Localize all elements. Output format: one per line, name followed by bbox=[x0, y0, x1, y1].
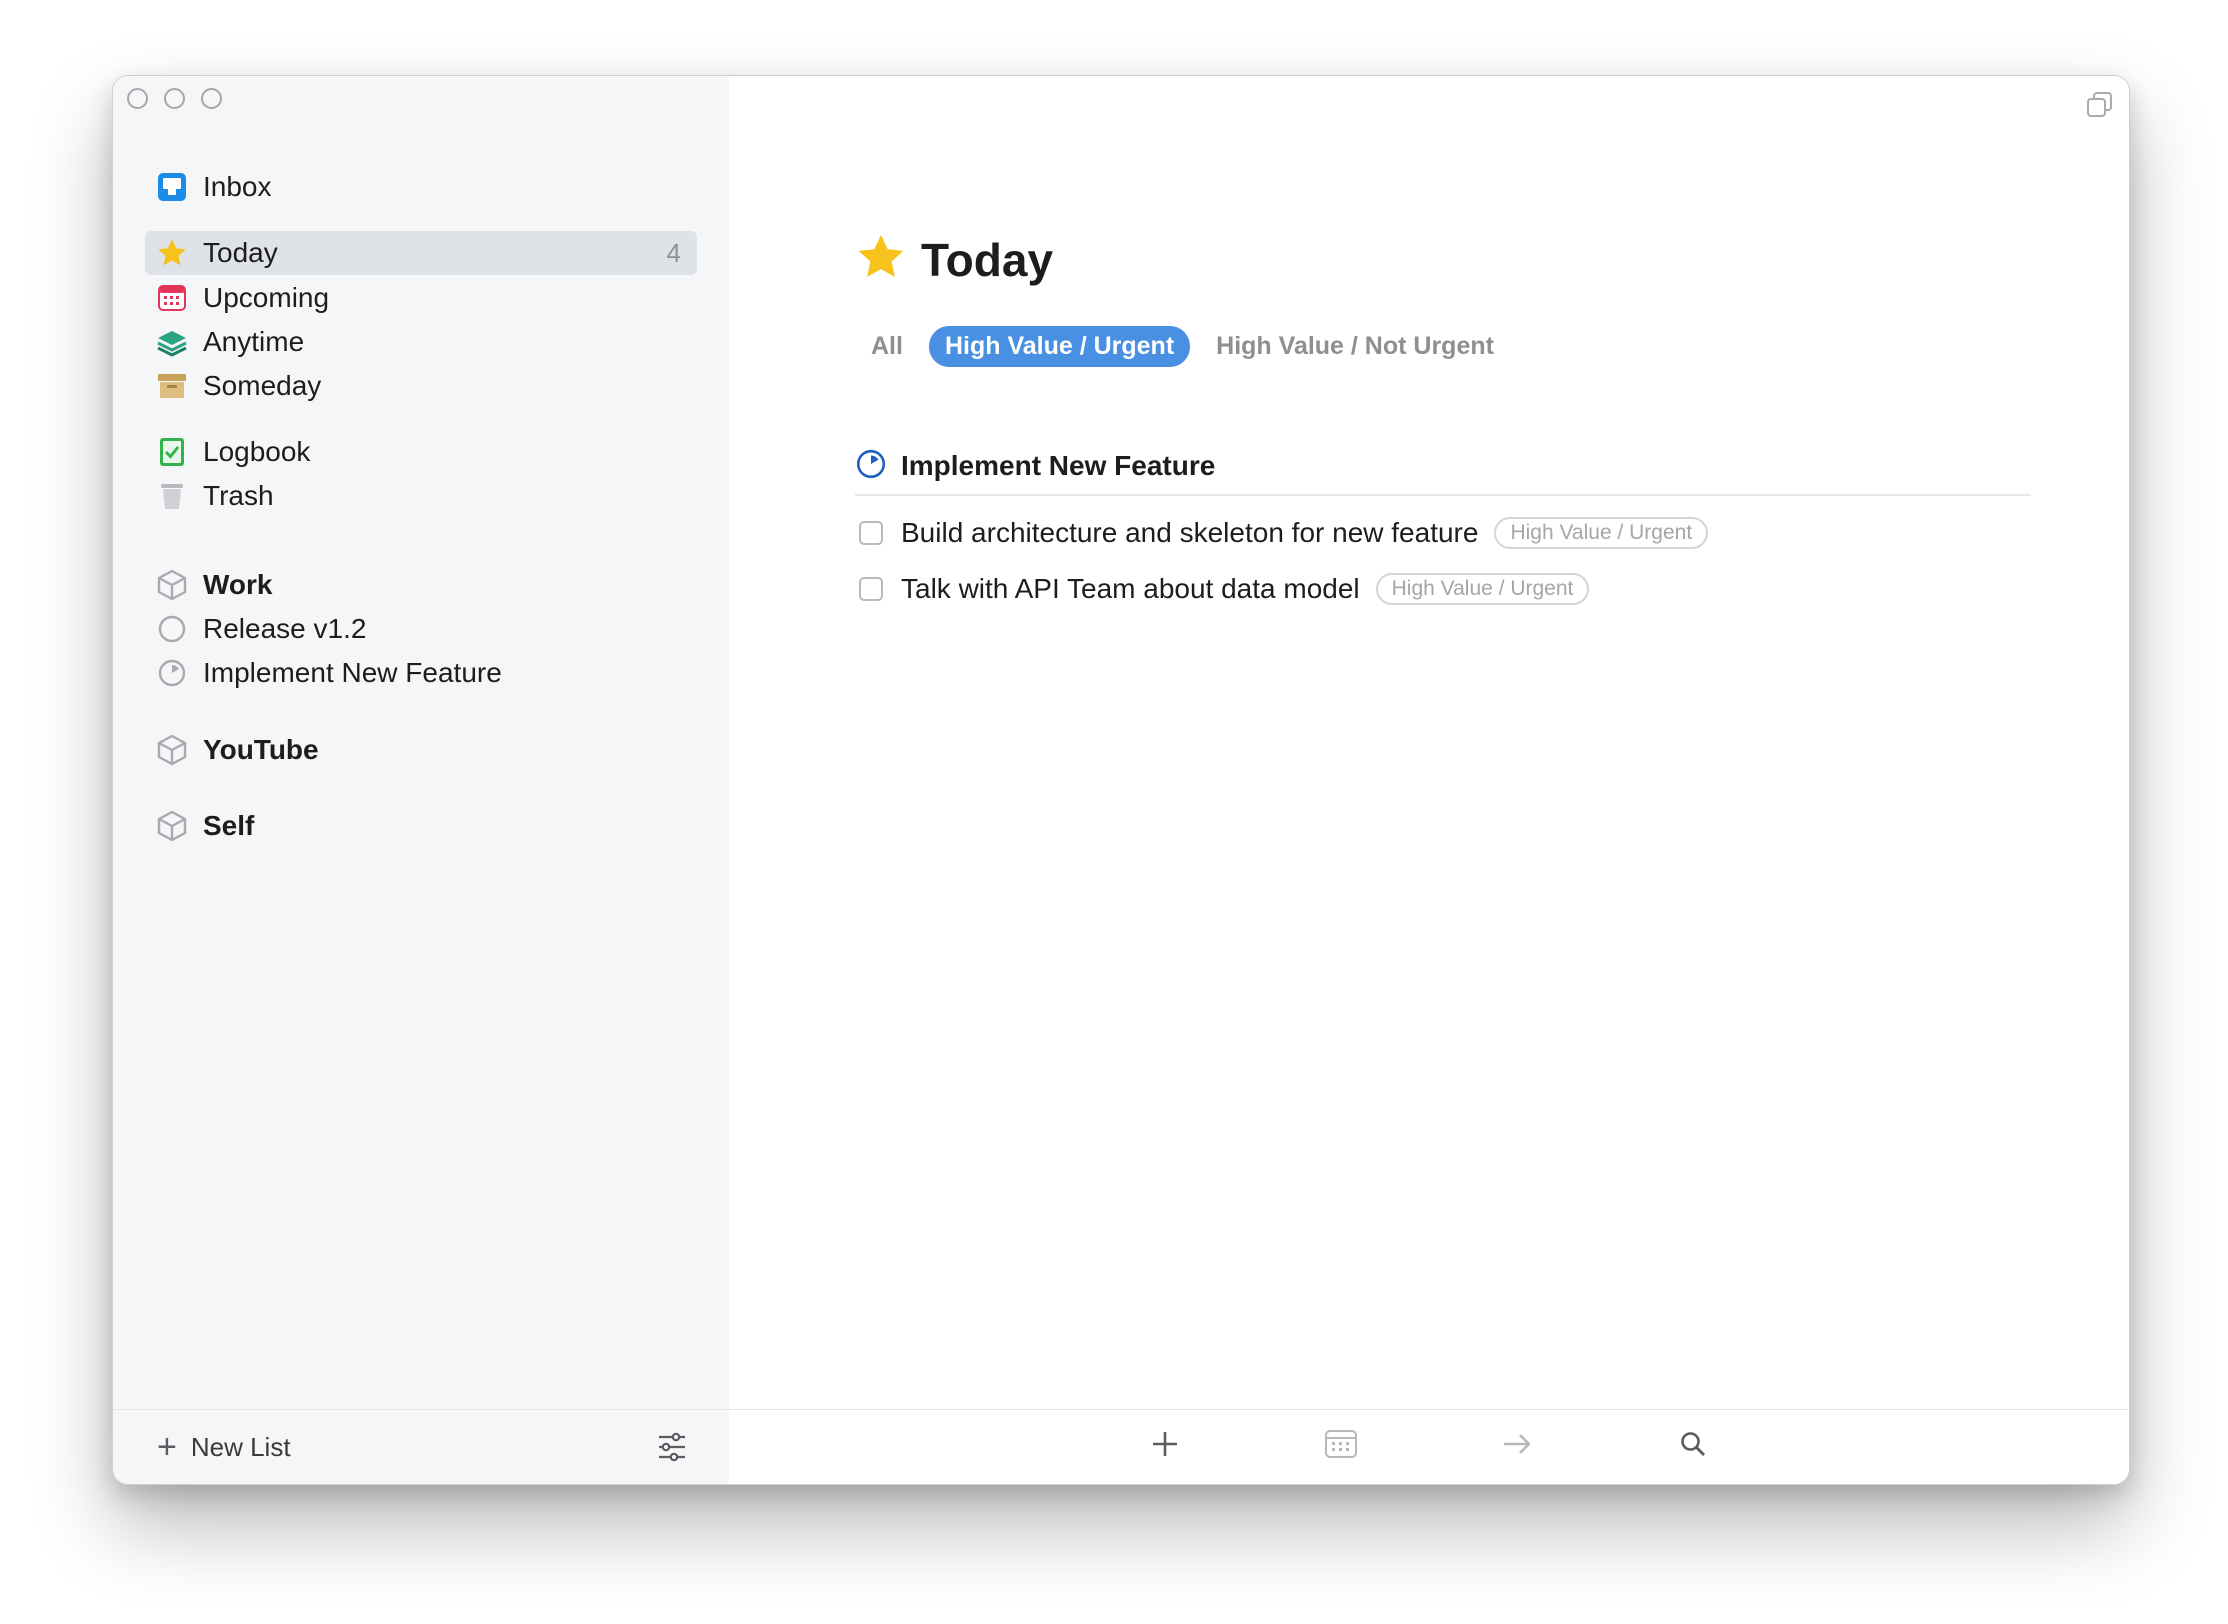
sidebar-item-label: Someday bbox=[203, 370, 322, 401]
sidebar-area-work[interactable]: Work bbox=[145, 563, 697, 607]
settings-sliders-button[interactable] bbox=[655, 1430, 689, 1469]
sidebar-area-youtube[interactable]: YouTube bbox=[145, 728, 697, 772]
sliders-icon bbox=[655, 1432, 689, 1468]
bottom-toolbar bbox=[729, 1409, 2129, 1484]
move-button[interactable] bbox=[1495, 1424, 1539, 1468]
search-button[interactable] bbox=[1671, 1424, 1715, 1468]
sidebar-area-self[interactable]: Self bbox=[145, 804, 697, 848]
search-icon bbox=[1678, 1429, 1708, 1464]
task-title: Talk with API Team about data model bbox=[901, 573, 1360, 604]
sidebar-item-today[interactable]: Today 4 bbox=[145, 231, 697, 275]
logbook-check-icon bbox=[155, 435, 189, 469]
calendar-icon bbox=[155, 281, 189, 315]
page-header: Today bbox=[855, 231, 1053, 288]
empty-circle-icon bbox=[155, 612, 189, 646]
arrow-right-icon bbox=[1501, 1431, 1533, 1462]
duplicate-window-icon bbox=[2085, 92, 2115, 124]
filter-high-value-urgent[interactable]: High Value / Urgent bbox=[928, 326, 1191, 367]
app-window: Inbox Today 4 Upcoming Anytime Someday L… bbox=[112, 75, 2130, 1485]
task-tag: High Value / Urgent bbox=[1494, 517, 1709, 549]
sidebar: Inbox Today 4 Upcoming Anytime Someday L… bbox=[113, 76, 730, 1484]
star-icon bbox=[855, 231, 907, 288]
sidebar-item-label: Trash bbox=[203, 480, 274, 511]
sidebar-item-label: Anytime bbox=[203, 326, 305, 357]
sidebar-project-implement-new-feature[interactable]: Implement New Feature bbox=[145, 651, 697, 695]
new-list-label: New List bbox=[190, 1431, 291, 1462]
task-checkbox[interactable] bbox=[859, 521, 883, 545]
sidebar-item-label: Inbox bbox=[203, 171, 272, 202]
new-list-button[interactable]: + New List bbox=[157, 1430, 291, 1464]
sidebar-item-logbook[interactable]: Logbook bbox=[145, 430, 697, 474]
tag-filter-bar: All High Value / Urgent High Value / Not… bbox=[855, 326, 1510, 367]
sidebar-project-release[interactable]: Release v1.2 bbox=[145, 607, 697, 651]
sidebar-footer: + New List bbox=[113, 1409, 729, 1484]
window-controls bbox=[127, 88, 222, 109]
project-title: Implement New Feature bbox=[901, 450, 1216, 481]
sidebar-project-label: Implement New Feature bbox=[203, 657, 502, 688]
page-title: Today bbox=[921, 233, 1054, 286]
star-icon bbox=[155, 236, 189, 270]
main-content: Today All High Value / Urgent High Value… bbox=[729, 76, 2129, 1484]
close-window-button[interactable] bbox=[127, 88, 148, 109]
sidebar-item-label: Logbook bbox=[203, 436, 311, 467]
today-count-badge: 4 bbox=[666, 237, 681, 268]
inbox-icon bbox=[155, 170, 189, 204]
task-tag: High Value / Urgent bbox=[1375, 573, 1590, 605]
sidebar-item-trash[interactable]: Trash bbox=[145, 474, 697, 518]
new-window-button[interactable] bbox=[2085, 90, 2115, 125]
task-checkbox[interactable] bbox=[859, 577, 883, 601]
sidebar-item-label: Upcoming bbox=[203, 282, 330, 313]
cube-icon bbox=[155, 809, 189, 843]
minimize-window-button[interactable] bbox=[164, 88, 185, 109]
filter-high-value-not-urgent[interactable]: High Value / Not Urgent bbox=[1200, 326, 1510, 367]
progress-circle-icon bbox=[855, 448, 887, 485]
cube-icon bbox=[155, 568, 189, 602]
layers-icon bbox=[155, 325, 189, 359]
plus-icon: + bbox=[157, 1428, 177, 1466]
sidebar-project-label: Release v1.2 bbox=[203, 613, 367, 644]
task-title: Build architecture and skeleton for new … bbox=[901, 517, 1479, 548]
progress-circle-icon bbox=[155, 656, 189, 690]
task-row[interactable]: Talk with API Team about data model High… bbox=[855, 573, 1590, 605]
trash-icon bbox=[155, 479, 189, 513]
sidebar-area-label: Work bbox=[203, 569, 273, 600]
schedule-button[interactable] bbox=[1319, 1424, 1363, 1468]
plus-icon bbox=[1150, 1429, 1180, 1464]
zoom-window-button[interactable] bbox=[201, 88, 222, 109]
sidebar-item-someday[interactable]: Someday bbox=[145, 364, 697, 408]
sidebar-area-label: Self bbox=[203, 810, 255, 841]
task-row[interactable]: Build architecture and skeleton for new … bbox=[855, 517, 1709, 549]
add-todo-button[interactable] bbox=[1143, 1424, 1187, 1468]
sidebar-item-upcoming[interactable]: Upcoming bbox=[145, 276, 697, 320]
archive-box-icon bbox=[155, 369, 189, 403]
sidebar-item-label: Today bbox=[203, 237, 278, 268]
calendar-icon bbox=[1324, 1428, 1358, 1465]
sidebar-item-anytime[interactable]: Anytime bbox=[145, 320, 697, 364]
sidebar-item-inbox[interactable]: Inbox bbox=[145, 165, 697, 209]
filter-all[interactable]: All bbox=[855, 326, 919, 367]
project-heading[interactable]: Implement New Feature bbox=[855, 438, 2031, 496]
sidebar-area-label: YouTube bbox=[203, 734, 319, 765]
cube-icon bbox=[155, 733, 189, 767]
